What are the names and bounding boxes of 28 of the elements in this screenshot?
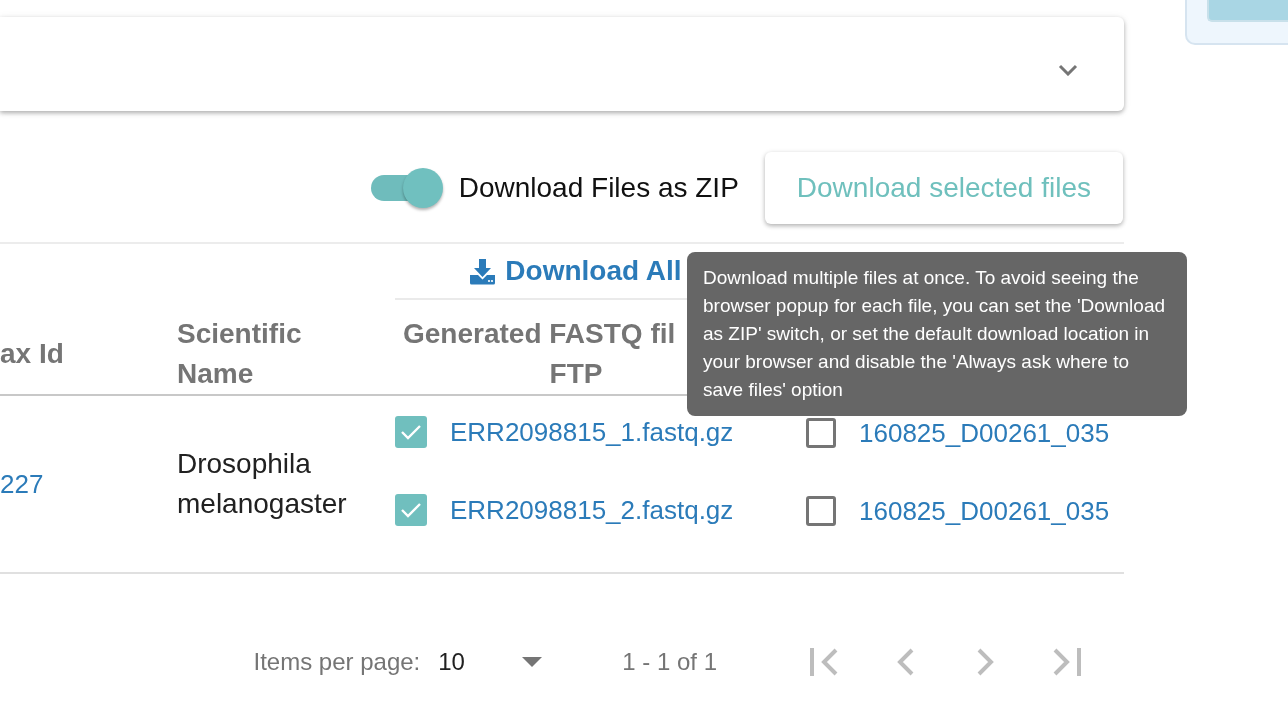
file-link[interactable]: ERR2098815_2.fastq.gz [450, 490, 734, 530]
switch-label: Download Files as ZIP [458, 171, 739, 205]
file-checkbox[interactable] [395, 494, 427, 526]
next-page-icon [977, 648, 995, 676]
page-range-label: 1 - 1 of 1 [622, 647, 717, 677]
file-checkbox[interactable] [806, 496, 836, 526]
tax-id-link[interactable]: 227 [0, 464, 44, 504]
download-icon [469, 257, 497, 285]
table-cell-text: Drosophila melanogaster [177, 447, 348, 521]
tooltip: Download multiple files at once. To avoid seeing the browser popup for each file, you can set the 'Download as ZIP' switch, or set the default download location in your browser and disable the 'Always ask where to save files' option [687, 252, 1187, 416]
file-link[interactable]: 160825_D00261_035 [859, 413, 1110, 453]
file-link[interactable]: 160825_D00261_035 [859, 491, 1110, 531]
previous-page-icon [896, 648, 914, 676]
zip-switch[interactable] [370, 168, 443, 208]
last-page-icon [1052, 648, 1082, 676]
check-icon [400, 502, 422, 518]
column-header[interactable]: ax Id [0, 334, 64, 374]
check-icon [400, 424, 422, 440]
items-per-page-label: Items per page: [253, 647, 421, 677]
column-header[interactable]: FTP [549, 358, 603, 389]
column-header[interactable]: Scientific Name [177, 314, 355, 394]
column-header[interactable]: Generated FASTQ fil [403, 314, 676, 354]
caret-down-icon [522, 657, 543, 667]
page-size-select[interactable]: 10 [438, 644, 543, 680]
file-checkbox[interactable] [806, 418, 836, 448]
file-checkbox[interactable] [395, 416, 427, 448]
download-all-link[interactable]: Download All [469, 250, 682, 292]
first-page-icon [809, 648, 839, 676]
